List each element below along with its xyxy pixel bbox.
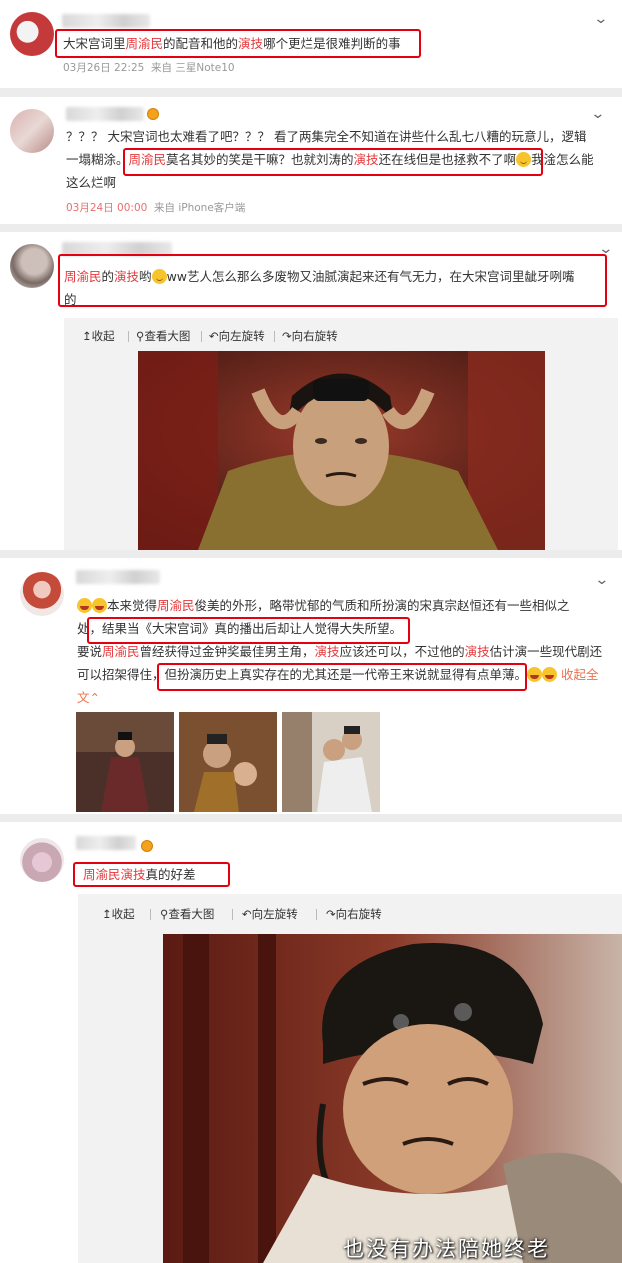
highlight-box (73, 862, 230, 887)
emoji-icon (542, 667, 558, 682)
post-image[interactable]: 也没有办法陪她终老 (163, 934, 622, 1263)
highlight-box (55, 29, 421, 58)
crown-badge-icon (141, 840, 153, 852)
image-toolbar: ↥收起 ⚲查看大图 ↶向左旋转 ↷向右旋转 (64, 318, 618, 550)
weibo-post-3: ⌄ 周渝民的演技哟 ww艺人怎么那么多废物又油腻演起来还有气无力，在大宋宫词里龇牙… (0, 232, 622, 550)
avatar[interactable] (20, 572, 64, 616)
emoji-icon (77, 598, 92, 613)
chevron-down-icon[interactable]: ⌄ (593, 12, 608, 26)
crown-badge-icon (147, 108, 159, 120)
post-meta: 03月24日 00:00 来自 iPhone客户端 (66, 200, 245, 215)
post-image-thumb-2[interactable] (179, 712, 277, 812)
chevron-down-icon[interactable]: ⌄ (594, 573, 609, 587)
avatar[interactable] (10, 244, 54, 288)
rotate-right-icon: ↷ (326, 907, 336, 921)
rotate-left-icon: ↶ (242, 907, 252, 921)
username-blurred[interactable] (66, 107, 144, 121)
highlight-box (58, 254, 607, 307)
weibo-post-2: ⌄ ？？？ 大宋宫词也太难看了吧？？？ 看了两集完全不知道在讲些什么乱七八糟的玩… (0, 97, 622, 224)
rotate-right-button[interactable]: ↷向右旋转 (282, 328, 338, 344)
emoji-icon (92, 598, 107, 613)
post-image-thumb-1[interactable] (76, 712, 174, 812)
username-blurred[interactable] (62, 14, 150, 28)
weibo-post-4: ⌄ 本来觉得周渝民俊美的外形，略带忧郁的气质和所扮演的宋真宗赵恒还有一些相似之 … (0, 558, 622, 814)
collapse-full-text-link[interactable]: 收起全 (557, 667, 599, 682)
view-large-button[interactable]: ⚲查看大图 (136, 328, 190, 344)
avatar[interactable] (10, 12, 54, 56)
collapse-button[interactable]: ↥收起 (102, 906, 135, 922)
chevron-down-icon[interactable]: ⌄ (590, 107, 605, 121)
collapse-button[interactable]: ↥收起 (82, 328, 115, 344)
view-large-button[interactable]: ⚲查看大图 (160, 906, 214, 922)
username-blurred[interactable] (76, 570, 160, 584)
avatar[interactable] (20, 838, 64, 882)
rotate-left-icon: ↶ (209, 329, 219, 343)
highlight-box (123, 148, 543, 176)
image-toolbar: ↥收起 ⚲查看大图 ↶向左旋转 ↷向右旋转 (78, 894, 622, 1263)
video-subtitle: 也没有办法陪她终老 (343, 1237, 550, 1261)
post-date[interactable]: 03月26日 22:25 (63, 62, 144, 74)
highlight-box (87, 617, 410, 644)
post-source: 来自 iPhone客户端 (154, 202, 246, 214)
post-image[interactable] (138, 351, 545, 550)
post-image-thumb-3[interactable] (282, 712, 380, 812)
weibo-post-1: ⌄ 大宋宫词里周渝民的配音和他的演技哪个更烂是很难判断的事 03月26日 22:… (0, 0, 622, 88)
post-text: 本来觉得周渝民俊美的外形，略带忧郁的气质和所扮演的宋真宗赵恒还有一些相似之 处，… (77, 594, 617, 709)
post-date[interactable]: 03月24日 00:00 (66, 202, 147, 214)
rotate-right-icon: ↷ (282, 329, 292, 343)
weibo-post-5: 周渝民演技真的好差 ↥收起 ⚲查看大图 ↶向左旋转 ↷向右旋转 也没有办法陪她终… (0, 822, 622, 1263)
username-blurred[interactable] (76, 836, 136, 850)
emoji-icon (527, 667, 543, 682)
rotate-right-button[interactable]: ↷向右旋转 (326, 906, 382, 922)
rotate-left-button[interactable]: ↶向左旋转 (209, 328, 265, 344)
post-source: 来自 三星Note10 (151, 62, 235, 74)
rotate-left-button[interactable]: ↶向左旋转 (242, 906, 298, 922)
post-meta: 03月26日 22:25 来自 三星Note10 (63, 60, 235, 75)
avatar[interactable] (10, 109, 54, 153)
highlight-box (157, 663, 527, 691)
